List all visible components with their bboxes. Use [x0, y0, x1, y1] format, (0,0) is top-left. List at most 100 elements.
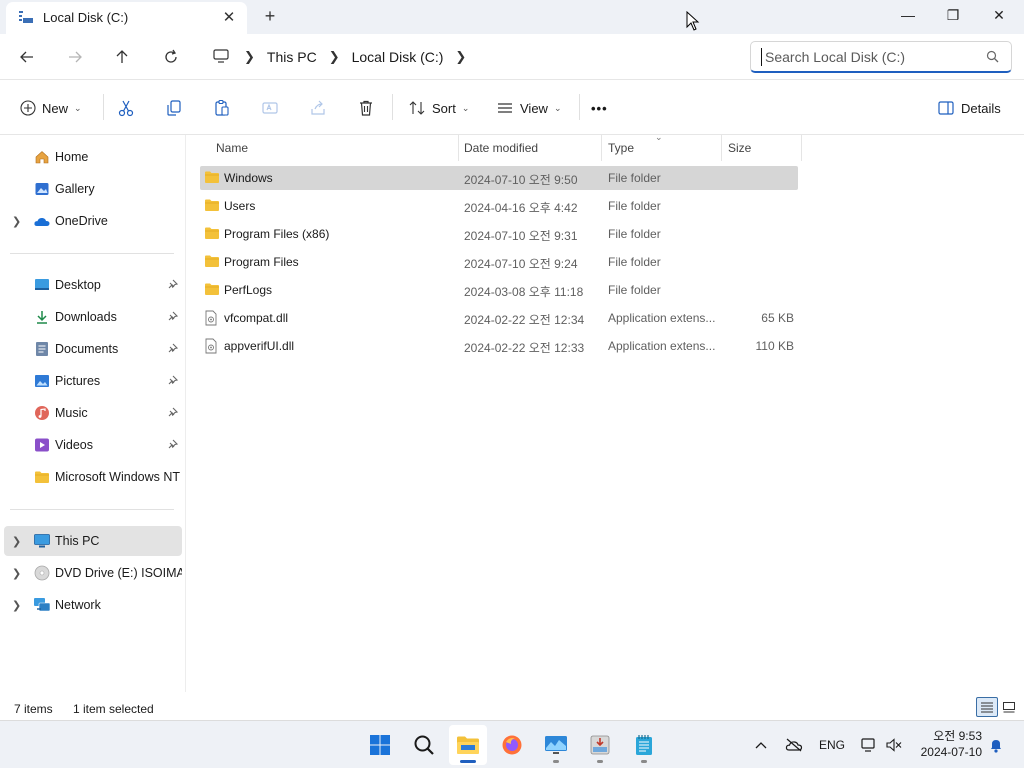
pin-icon[interactable]	[168, 374, 180, 388]
sort-indicator-icon: ⌄	[655, 132, 663, 142]
pin-icon[interactable]	[168, 438, 180, 452]
expand-chevron-icon[interactable]: ❯	[12, 535, 24, 548]
column-header-size[interactable]: Size	[728, 135, 798, 161]
onedrive-tray-icon[interactable]	[784, 733, 804, 757]
column-header-name[interactable]: Name	[216, 135, 456, 161]
details-view-button[interactable]	[976, 697, 998, 717]
network-tray-icon[interactable]	[859, 733, 879, 757]
dll-file-icon	[204, 310, 220, 326]
expand-chevron-icon[interactable]: ❯	[12, 599, 24, 612]
copy-button[interactable]	[165, 94, 183, 122]
computer-icon[interactable]	[212, 48, 232, 67]
notifications-bell-icon[interactable]	[988, 733, 1004, 757]
file-size: 110 KB	[755, 339, 794, 353]
taskbar-app-monitor[interactable]	[537, 725, 575, 765]
expand-chevron-icon[interactable]: ❯	[12, 567, 24, 580]
pin-icon[interactable]	[168, 406, 180, 420]
sidebar-item-music[interactable]: Music	[4, 398, 182, 428]
search-box[interactable]	[750, 41, 1012, 73]
sort-button[interactable]: Sort ⌄	[408, 94, 469, 122]
file-date-modified: 2024-04-16 오후 4:42	[464, 201, 578, 215]
start-button[interactable]	[361, 725, 399, 765]
back-button[interactable]	[14, 44, 40, 70]
share-button[interactable]	[309, 94, 327, 122]
taskbar-installer-app[interactable]	[581, 725, 619, 765]
taskbar-notepad[interactable]	[625, 725, 663, 765]
taskbar-search-button[interactable]	[405, 725, 443, 765]
column-divider[interactable]	[458, 135, 459, 161]
details-label: Details	[961, 100, 1001, 116]
sidebar-item-onedrive[interactable]: ❯ OneDrive	[4, 206, 182, 236]
breadcrumb-chevron-icon[interactable]: ❯	[329, 49, 340, 65]
file-row[interactable]: PerfLogs 2024-03-08 오후 11:18 File folder	[200, 278, 798, 302]
search-icon[interactable]	[986, 50, 999, 66]
view-button[interactable]: View ⌄	[496, 94, 562, 122]
file-row[interactable]: Program Files 2024-07-10 오전 9:24 File fold…	[200, 250, 798, 274]
file-row[interactable]: Users 2024-04-16 오후 4:42 File folder	[200, 194, 798, 218]
taskbar-firefox[interactable]	[493, 725, 531, 765]
pin-icon[interactable]	[168, 310, 180, 324]
file-row[interactable]: vfcompat.dll 2024-02-22 오전 12:34 Applicati…	[200, 306, 798, 330]
sidebar-item-microsoft-windows-nt[interactable]: Microsoft Windows NT 3	[4, 462, 182, 492]
breadcrumb-local-disk[interactable]: Local Disk (C:)	[352, 49, 444, 65]
language-indicator[interactable]: ENG	[817, 733, 847, 757]
close-window-button[interactable]: ✕	[976, 0, 1022, 30]
tab-title: Local Disk (C:)	[43, 10, 129, 25]
cut-button[interactable]	[117, 94, 135, 122]
column-divider[interactable]	[601, 135, 602, 161]
sidebar-item-gallery[interactable]: Gallery	[4, 174, 182, 204]
file-row[interactable]: Program Files (x86) 2024-07-10 오전 9:31 Fil…	[200, 222, 798, 246]
volume-muted-icon[interactable]	[885, 733, 903, 757]
sidebar-item-videos[interactable]: Videos	[4, 430, 182, 460]
sidebar-item-network[interactable]: ❯ Network	[4, 590, 182, 620]
share-icon	[311, 100, 325, 115]
sidebar-divider	[10, 509, 174, 510]
file-list: Name Date modified Type ⌄ Size Windows 20…	[187, 132, 1024, 692]
new-button[interactable]: New ⌄	[20, 94, 82, 122]
forward-button[interactable]	[62, 44, 88, 70]
sidebar-item-dvd-drive[interactable]: ❯ DVD Drive (E:) ISOIMAGE	[4, 558, 182, 588]
command-bar: New ⌄ Sort ⌄ View ⌄ ••• Details	[0, 80, 1024, 135]
sidebar-item-documents[interactable]: Documents	[4, 334, 182, 364]
maximize-button[interactable]: ❐	[930, 0, 976, 30]
file-row[interactable]: Windows 2024-07-10 오전 9:50 File folder	[200, 166, 798, 190]
up-button[interactable]	[109, 44, 135, 70]
new-tab-button[interactable]: +	[260, 6, 280, 26]
breadcrumb-chevron-icon[interactable]: ❯	[455, 49, 466, 65]
sidebar-item-pictures[interactable]: Pictures	[4, 366, 182, 396]
paste-button[interactable]	[213, 94, 231, 122]
breadcrumb: ❯ This PC ❯ Local Disk (C:) ❯	[206, 44, 736, 70]
file-row[interactable]: appverifUI.dll 2024-02-22 오전 12:33 Applica…	[200, 334, 798, 358]
breadcrumb-chevron-icon[interactable]: ❯	[244, 49, 255, 65]
details-pane-button[interactable]: Details	[937, 94, 1001, 122]
rename-button[interactable]	[261, 94, 279, 122]
folder-icon	[204, 226, 220, 242]
tab-local-disk[interactable]: Local Disk (C:) ✕	[6, 2, 247, 34]
search-input[interactable]	[761, 48, 981, 66]
sidebar-item-this-pc[interactable]: ❯ This PC	[4, 526, 182, 556]
show-hidden-icons-button[interactable]	[752, 733, 770, 757]
clock[interactable]: 오전 9:53 2024-07-10	[912, 728, 982, 760]
refresh-button[interactable]	[158, 44, 184, 70]
column-header-type[interactable]: Type	[608, 135, 718, 161]
column-header-date-modified[interactable]: Date modified	[464, 135, 600, 161]
breadcrumb-this-pc[interactable]: This PC	[267, 49, 317, 65]
sidebar-item-desktop[interactable]: Desktop	[4, 270, 182, 300]
chevron-up-icon	[755, 742, 767, 749]
pictures-icon	[33, 372, 51, 390]
see-more-button[interactable]: •••	[591, 94, 608, 122]
status-bar: 7 items 1 item selected	[0, 694, 1024, 720]
tiles-view-button[interactable]	[998, 697, 1020, 717]
chevron-down-icon: ⌄	[553, 102, 562, 113]
pin-icon[interactable]	[168, 342, 180, 356]
pin-icon[interactable]	[168, 278, 180, 292]
tab-close-button[interactable]: ✕	[219, 7, 239, 27]
expand-chevron-icon[interactable]: ❯	[12, 215, 24, 228]
minimize-button[interactable]: —	[885, 0, 931, 30]
column-divider[interactable]	[801, 135, 802, 161]
delete-button[interactable]	[357, 94, 375, 122]
sidebar-item-downloads[interactable]: Downloads	[4, 302, 182, 332]
column-divider[interactable]	[721, 135, 722, 161]
taskbar-file-explorer[interactable]	[449, 725, 487, 765]
sidebar-item-home[interactable]: Home	[4, 142, 182, 172]
